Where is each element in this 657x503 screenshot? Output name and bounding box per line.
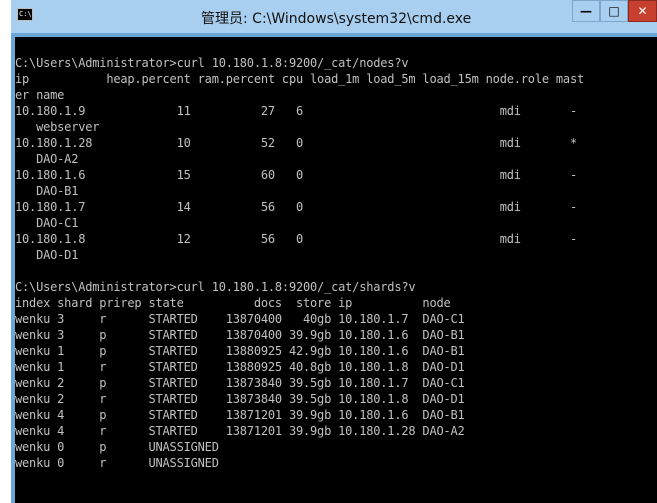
console-line: 10.180.1.28 10 52 0 mdi * — [15, 136, 577, 150]
console-line: DAO-D1 — [15, 248, 79, 262]
console-line: wenku 3 r STARTED 13870400 40gb 10.180.1… — [15, 312, 465, 326]
console-line: ip heap.percent ram.percent cpu load_1m … — [15, 72, 584, 86]
console-line: wenku 0 p UNASSIGNED — [15, 440, 219, 454]
console-text: C:\Users\Administrator>curl 10.180.1.8:9… — [15, 39, 584, 503]
window-title: 管理员: C:\Windows\system32\cmd.exe — [201, 11, 472, 27]
console-line: wenku 2 r STARTED 13873840 39.5gb 10.180… — [15, 392, 465, 406]
console-line: DAO-B1 — [15, 184, 79, 198]
console-line: 10.180.1.8 12 56 0 mdi - — [15, 232, 577, 246]
console-line: wenku 4 r STARTED 13871201 39.9gb 10.180… — [15, 424, 465, 438]
console-line: wenku 3 p STARTED 13870400 39.9gb 10.180… — [15, 328, 465, 342]
close-button[interactable]: ✕ — [628, 0, 657, 22]
console-line: wenku 1 p STARTED 13880925 42.9gb 10.180… — [15, 344, 465, 358]
maximize-button[interactable]: □ — [600, 0, 628, 22]
console-line: 10.180.1.7 14 56 0 mdi - — [15, 200, 577, 214]
console-line: webserver — [15, 120, 100, 134]
title-bar[interactable]: C:\ 管理员: C:\Windows\system32\cmd.exe — □… — [11, 0, 657, 33]
console-line: DAO-A2 — [15, 152, 79, 166]
console-line: er name — [15, 88, 65, 102]
console-line: wenku 4 p STARTED 13871201 39.9gb 10.180… — [15, 408, 465, 422]
console-line: DAO-C1 — [15, 216, 79, 230]
console-line: wenku 2 p STARTED 13873840 39.5gb 10.180… — [15, 376, 465, 390]
console-line: index shard prirep state docs store ip n… — [15, 296, 451, 310]
console-line: 10.180.1.9 11 27 6 mdi - — [15, 104, 577, 118]
console-output-area[interactable]: C:\Users\Administrator>curl 10.180.1.8:9… — [15, 37, 657, 503]
cmd-app-icon[interactable]: C:\ — [17, 8, 33, 21]
console-line: C:\Users\Administrator>curl 10.180.1.8:9… — [15, 56, 409, 70]
console-line: wenku 0 r UNASSIGNED — [15, 456, 219, 470]
console-line: wenku 1 r STARTED 13880925 40.8gb 10.180… — [15, 360, 465, 374]
console-line: 10.180.1.6 15 60 0 mdi - — [15, 168, 577, 182]
cmd-window: C:\ 管理员: C:\Windows\system32\cmd.exe — □… — [11, 0, 657, 503]
minimize-button[interactable]: — — [572, 0, 600, 22]
console-line: C:\Users\Administrator>curl 10.180.1.8:9… — [15, 280, 416, 294]
